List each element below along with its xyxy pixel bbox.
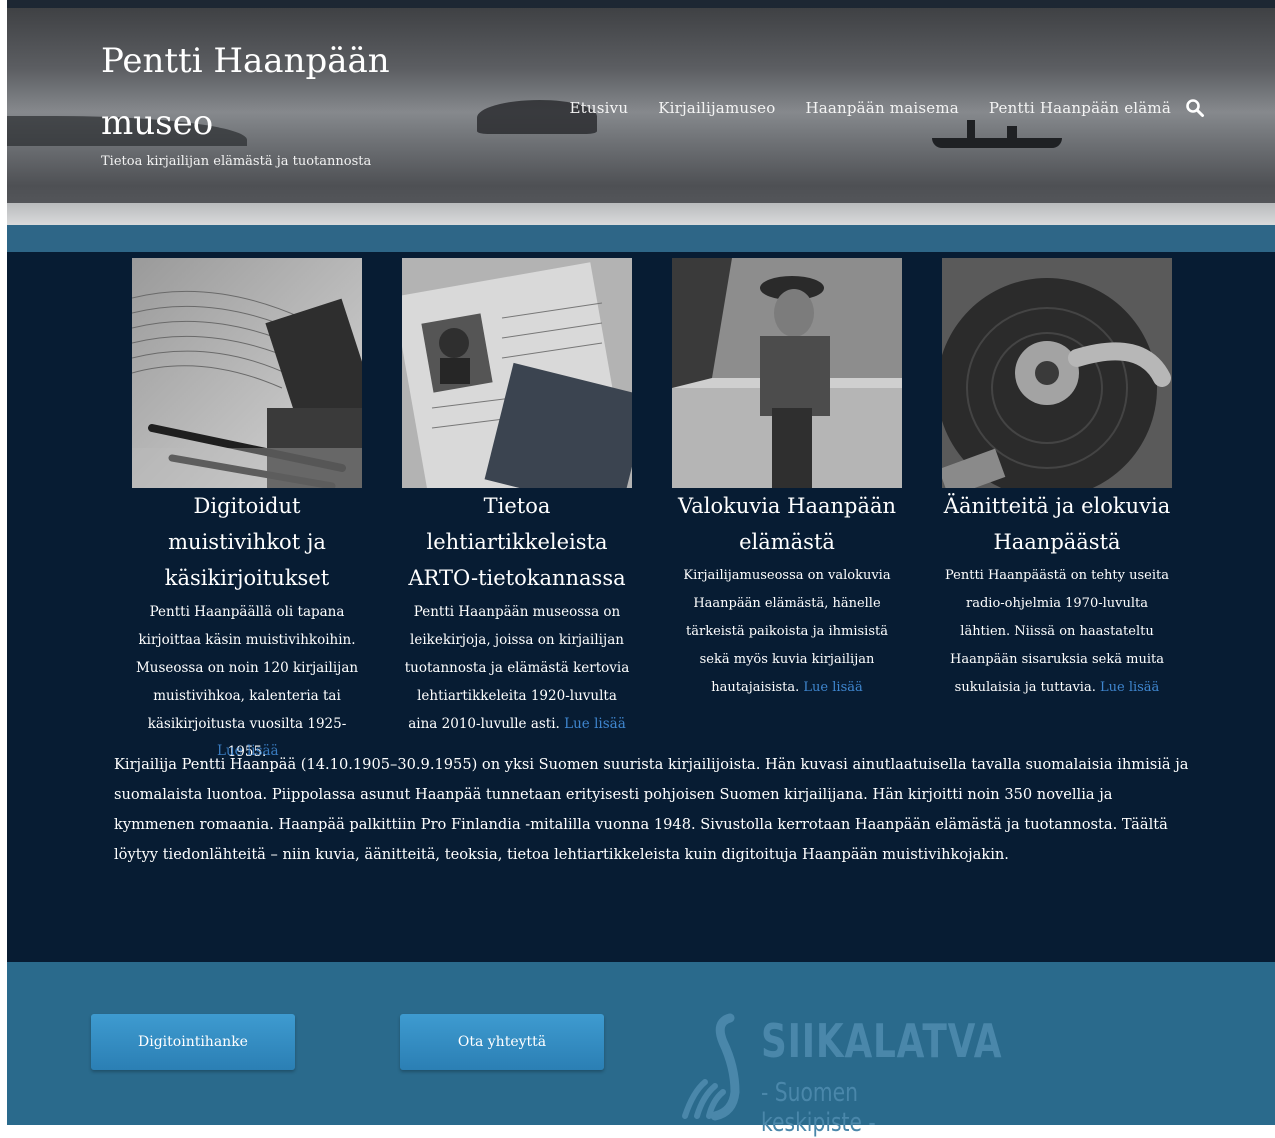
search-icon[interactable]: [1185, 98, 1205, 118]
header-divider-band: [7, 225, 1275, 252]
logo-subtitle: - Suomen keskipiste -: [761, 1078, 876, 1138]
main-content: Digitoidut muistivihkot ja käsikirjoituk…: [7, 252, 1275, 962]
card-aanitteita: Äänitteitä ja elokuvia Haanpäästä Pentti…: [942, 258, 1172, 702]
card-title[interactable]: Digitoidut muistivihkot ja käsikirjoituk…: [132, 488, 362, 596]
logo-wordmark: SIIKALATVA: [761, 1014, 1003, 1068]
card-body: Kirjailijamuseossa on valokuvia Haanpään…: [683, 568, 891, 695]
intro-text: Kirjailija Pentti Haanpää (14.10.1905–30…: [114, 756, 1189, 863]
card-body: Pentti Haanpäällä oli tapana kirjoittaa …: [135, 604, 359, 760]
passport-photo[interactable]: [402, 258, 632, 488]
read-more-link[interactable]: Lue lisää: [803, 680, 862, 695]
card-title[interactable]: Tietoa lehtiartikkeleista ARTO-tietokann…: [402, 488, 632, 596]
nav-item-etusivu[interactable]: Etusivu: [570, 99, 629, 117]
card-body: Pentti Haanpään museossa on leikekirjoja…: [404, 604, 630, 732]
site-footer: Digitointihanke Ota yhteyttä SIIKALATVA …: [7, 962, 1275, 1138]
gramophone-photo[interactable]: [942, 258, 1172, 488]
browser-top-strip: [7, 0, 1275, 8]
card-text: Pentti Haanpäällä oli tapana kirjoittaa …: [132, 598, 362, 766]
header-photo-rower: [967, 120, 975, 142]
portrait-photo[interactable]: [672, 258, 902, 488]
site-title[interactable]: Pentti Haanpään museo: [101, 30, 431, 154]
main-nav: Etusivu Kirjailijamuseo Haanpään maisema…: [570, 98, 1205, 118]
card-text: Pentti Haanpään museossa on leikekirjoja…: [402, 598, 632, 738]
nav-item-pentti-haanpaan-elama[interactable]: Pentti Haanpään elämä: [989, 99, 1171, 117]
card-text: Kirjailijamuseossa on valokuvia Haanpään…: [672, 562, 902, 702]
notebooks-photo[interactable]: [132, 258, 362, 488]
site-header: Pentti Haanpään museo Tietoa kirjailijan…: [7, 8, 1275, 225]
contact-button[interactable]: Ota yhteyttä: [400, 1014, 604, 1070]
siikalatva-logo[interactable]: SIIKALATVA - Suomen keskipiste -: [675, 1012, 1002, 1138]
site-tagline: Tietoa kirjailijan elämästä ja tuotannos…: [101, 154, 372, 169]
header-photo-boat: [932, 138, 1062, 148]
card-body: Pentti Haanpäästä on tehty useita radio-…: [945, 568, 1169, 695]
card-valokuvia: Valokuvia Haanpään elämästä Kirjailijamu…: [672, 258, 902, 702]
read-more-link[interactable]: Lue lisää: [1100, 680, 1159, 695]
card-lehtiartikkelit: Tietoa lehtiartikkeleista ARTO-tietokann…: [402, 258, 632, 738]
header-photo-rower-2: [1007, 126, 1017, 144]
card-text: Pentti Haanpäästä on tehty useita radio-…: [942, 562, 1172, 702]
card-muistivihkot: Digitoidut muistivihkot ja käsikirjoituk…: [132, 258, 362, 766]
swan-logo-icon: [682, 1013, 740, 1121]
card-title[interactable]: Äänitteitä ja elokuvia Haanpäästä: [942, 488, 1172, 560]
header-photo-water: [7, 203, 1275, 225]
nav-item-kirjailijamuseo[interactable]: Kirjailijamuseo: [658, 99, 775, 117]
card-title[interactable]: Valokuvia Haanpään elämästä: [672, 488, 902, 560]
nav-item-haanpaan-maisema[interactable]: Haanpään maisema: [805, 99, 958, 117]
read-more-link[interactable]: Lue lisää: [564, 716, 626, 732]
digitointihanke-button[interactable]: Digitointihanke: [91, 1014, 295, 1070]
